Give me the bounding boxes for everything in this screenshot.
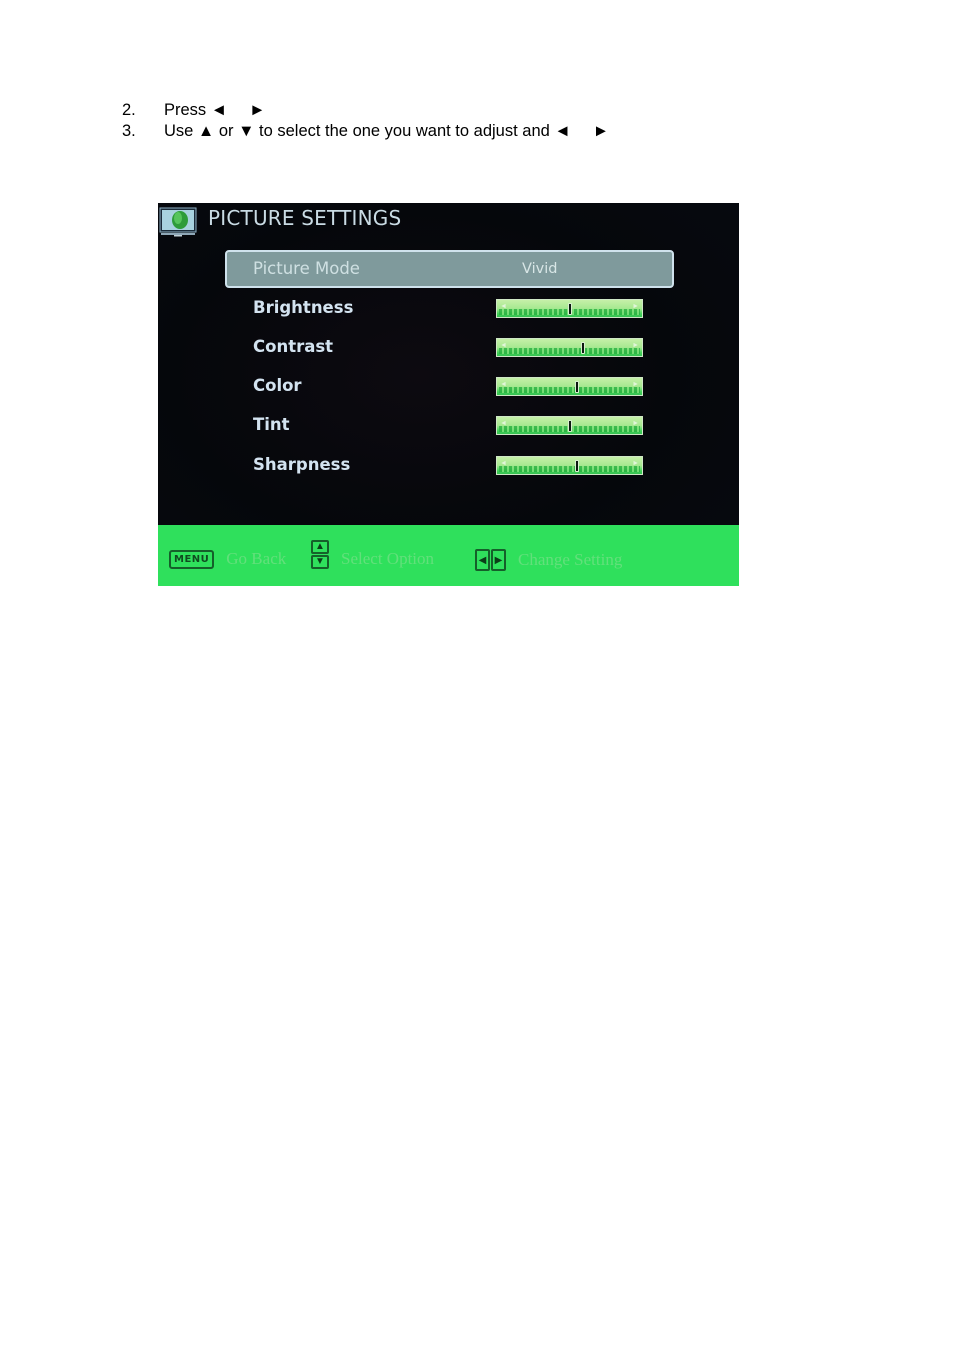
tv-leaf-icon	[159, 207, 197, 237]
left-arrow-icon: ◄	[210, 101, 228, 119]
right-arrow-icon: ►	[592, 122, 610, 140]
slider-ticks	[499, 348, 640, 354]
slider-left-arrow-icon: ◄	[500, 420, 507, 427]
instruction-step: 3. Use ▲ or ▼ to select the one you want…	[122, 121, 609, 142]
up-arrow-icon: ▲	[311, 539, 329, 554]
slider-left-arrow-icon: ◄	[500, 303, 507, 310]
slider-right-arrow-icon: ►	[632, 381, 639, 388]
slider-marker[interactable]	[568, 420, 572, 432]
setting-label: Brightness	[253, 298, 354, 317]
slider-right-arrow-icon: ►	[632, 342, 639, 349]
slider-right-arrow-icon: ►	[632, 420, 639, 427]
step-text: Use ▲ or ▼ to select the one you want to…	[164, 122, 555, 140]
picture-settings-menu: PICTURE SETTINGS Picture Mode Vivid Brig…	[158, 203, 739, 586]
menu-key-icon: MENU	[169, 549, 215, 569]
slider-marker[interactable]	[581, 342, 585, 354]
right-arrow-icon: ►	[249, 101, 266, 119]
slider-marker[interactable]	[575, 381, 579, 393]
select-option-hint: Select Option	[341, 549, 435, 568]
slider-marker[interactable]	[568, 303, 572, 315]
color-slider[interactable]: ◄ ►	[496, 377, 643, 396]
left-right-keys: ◀ ▶	[475, 549, 506, 571]
step-text: Press	[164, 101, 211, 119]
slider-right-arrow-icon: ►	[632, 303, 639, 310]
slider-ticks	[499, 387, 640, 393]
instruction-step: 2. Press ◄ ►	[122, 100, 609, 121]
sharpness-slider[interactable]: ◄ ►	[496, 456, 643, 475]
setting-row-contrast[interactable]: Contrast ◄ ►	[225, 328, 674, 366]
setting-row-color[interactable]: Color ◄ ►	[225, 367, 674, 405]
down-arrow-icon: ▼	[311, 554, 329, 569]
footer-change-setting: ◀ ▶ Change Setting	[475, 549, 622, 571]
setting-row-sharpness[interactable]: Sharpness ◄ ►	[225, 446, 674, 484]
slider-left-arrow-icon: ◄	[500, 381, 507, 388]
picture-mode-value: Vivid	[522, 261, 558, 277]
change-setting-hint: Change Setting	[518, 550, 623, 569]
right-arrow-icon: ▶	[491, 549, 506, 571]
left-arrow-icon: ◀	[475, 549, 490, 571]
up-down-keys: ▲ ▼	[311, 539, 329, 569]
footer-select-option: ▲ ▼ Select Option	[311, 539, 435, 569]
brightness-slider[interactable]: ◄ ►	[496, 299, 643, 318]
footer-go-back: MENU Go Back	[169, 549, 286, 569]
setting-label: Tint	[253, 415, 290, 434]
slider-left-arrow-icon: ◄	[500, 460, 507, 467]
menu-title: PICTURE SETTINGS	[208, 206, 402, 230]
menu-footer: MENU Go Back ▲ ▼ Select Option ◀ ▶ Chang…	[158, 525, 739, 586]
setting-label: Contrast	[253, 337, 334, 356]
slider-marker[interactable]	[575, 460, 579, 472]
contrast-slider[interactable]: ◄ ►	[496, 338, 643, 357]
picture-mode-row[interactable]: Picture Mode Vivid	[225, 250, 674, 288]
step-number: 2.	[122, 101, 136, 119]
setting-label: Color	[253, 376, 302, 395]
setting-row-tint[interactable]: Tint ◄ ►	[225, 406, 674, 444]
slider-right-arrow-icon: ►	[632, 460, 639, 467]
step-number: 3.	[122, 122, 136, 140]
slider-ticks	[499, 466, 640, 472]
menu-header: PICTURE SETTINGS	[158, 203, 739, 239]
tint-slider[interactable]: ◄ ►	[496, 416, 643, 435]
instructions: 2. Press ◄ ► 3. Use ▲ or ▼ to select the…	[122, 100, 609, 142]
setting-label: Sharpness	[253, 455, 351, 474]
left-arrow-icon: ◄	[554, 122, 571, 140]
picture-mode-label: Picture Mode	[253, 259, 360, 278]
slider-left-arrow-icon: ◄	[500, 342, 507, 349]
go-back-hint: Go Back	[226, 549, 287, 568]
setting-row-brightness[interactable]: Brightness ◄ ►	[225, 289, 674, 327]
